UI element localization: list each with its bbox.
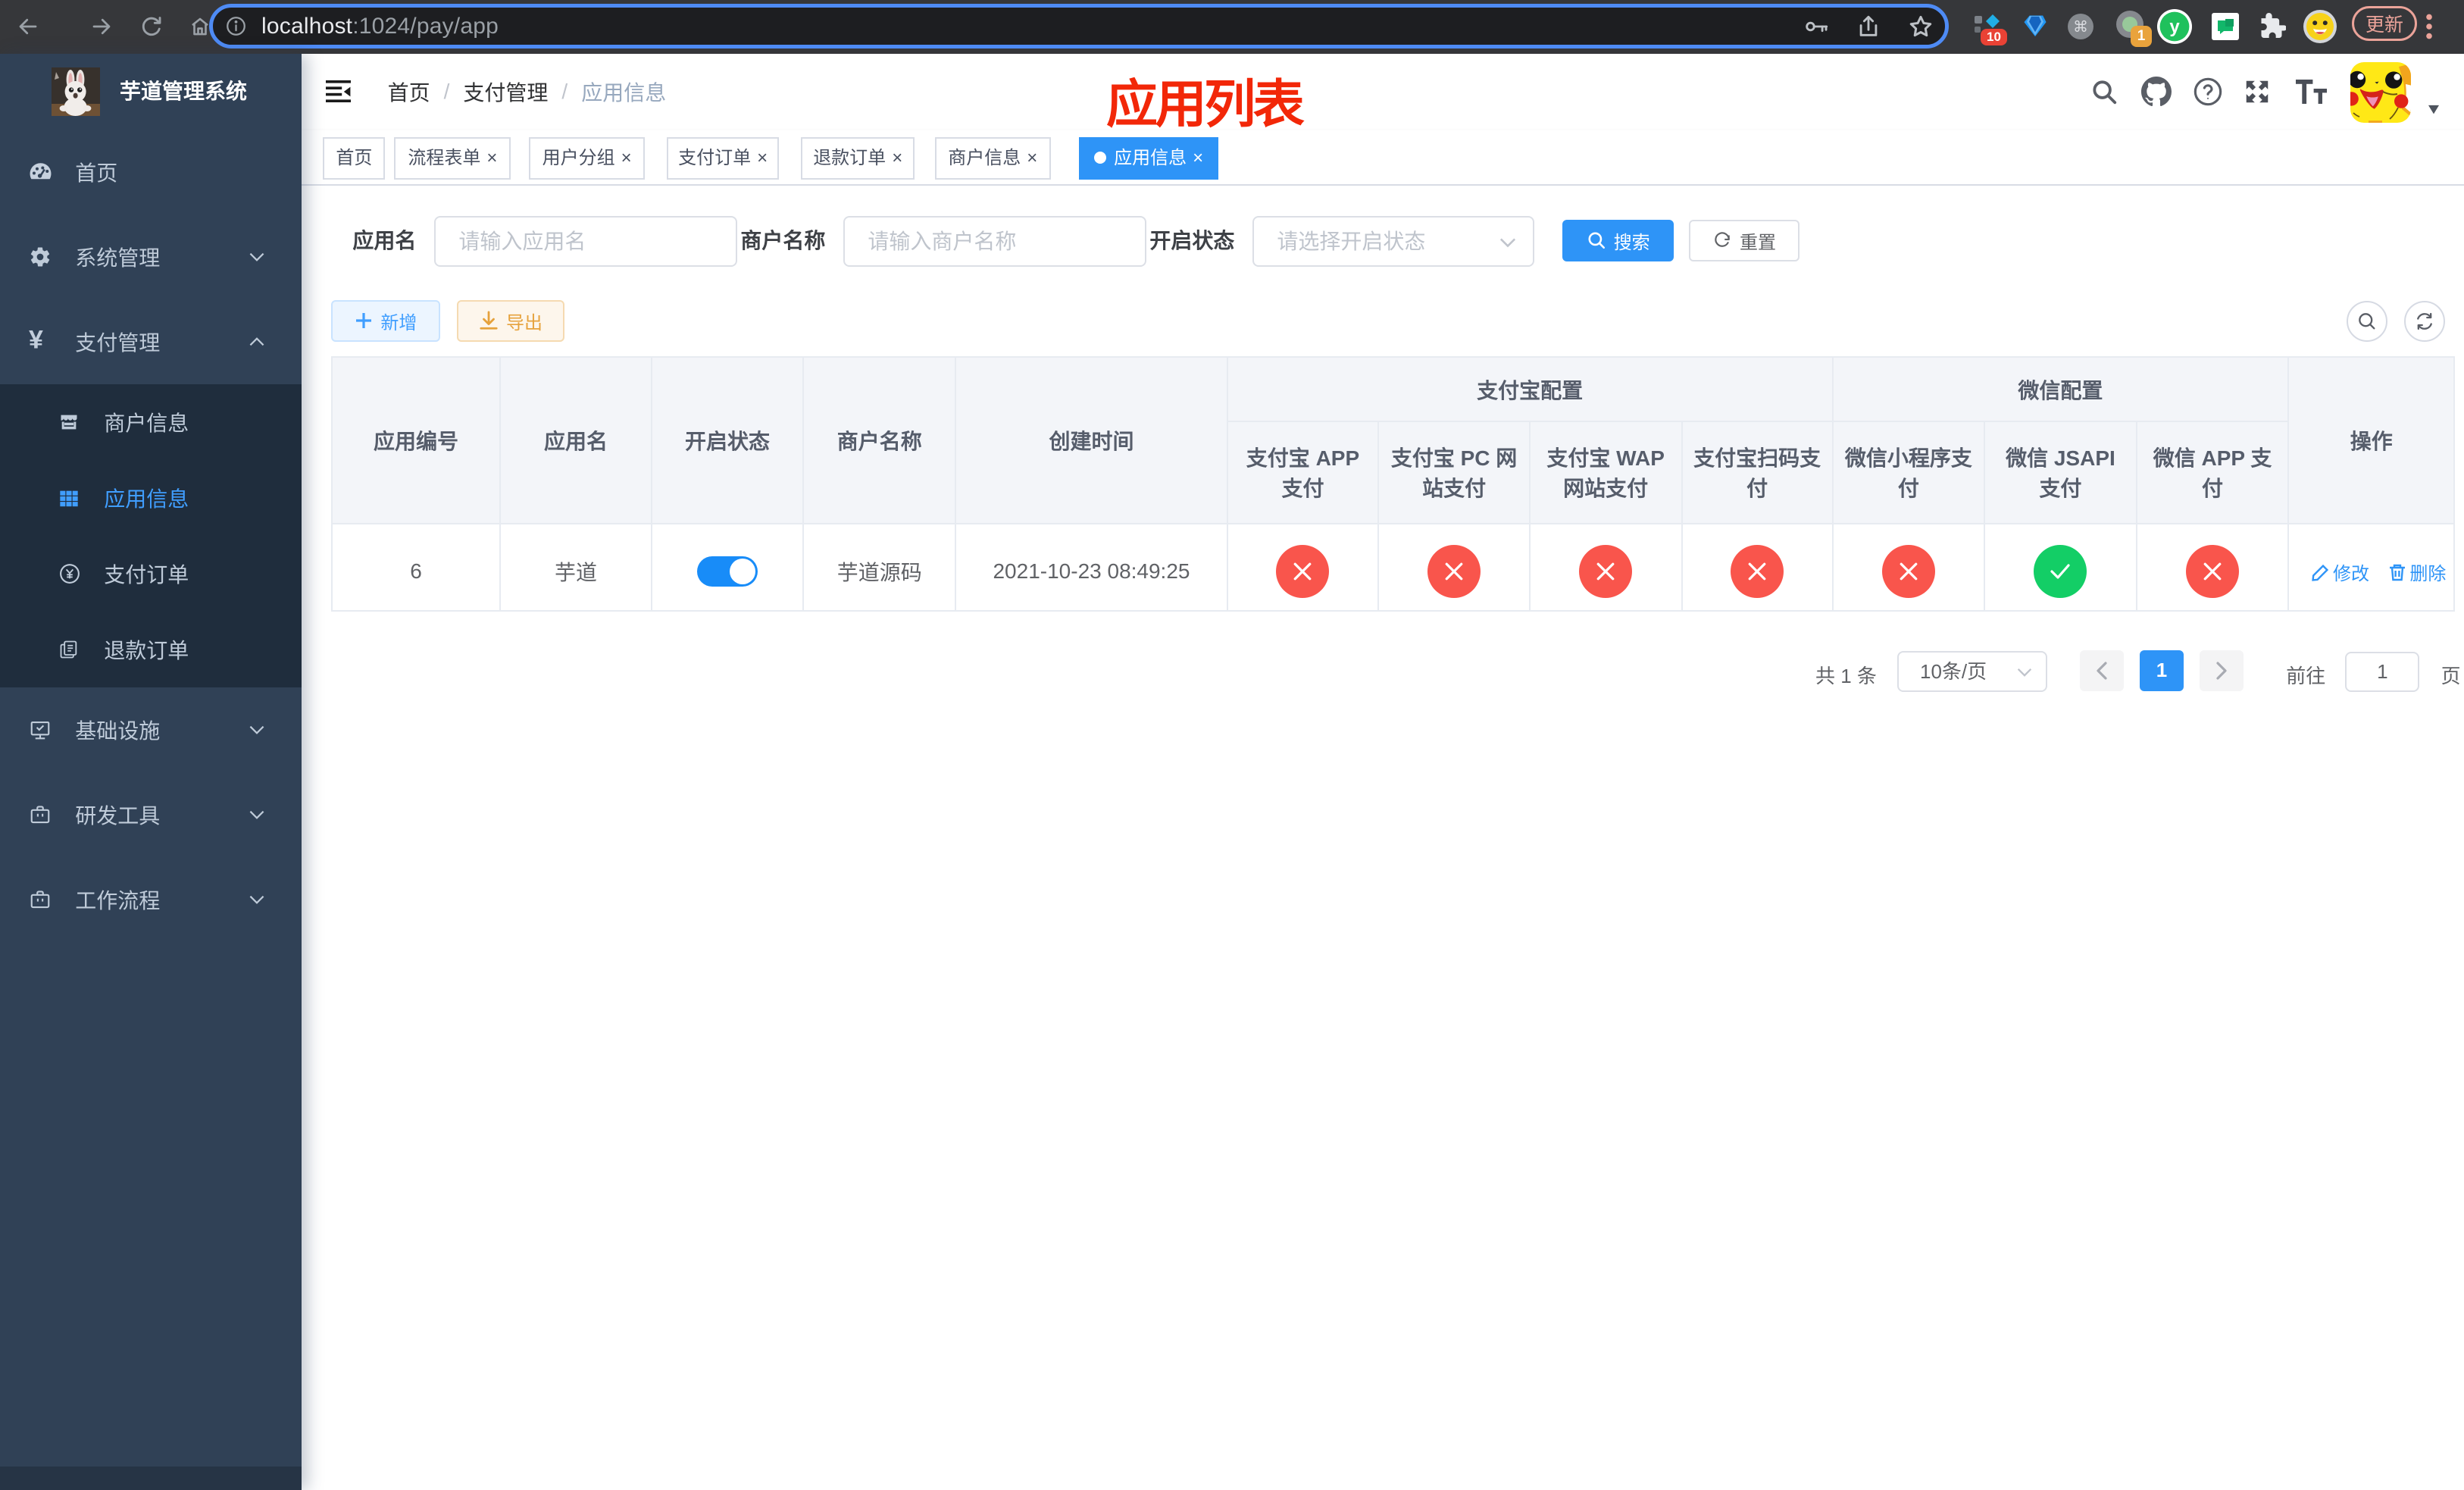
svg-text:⌘: ⌘ (2073, 19, 2088, 36)
svg-text:y: y (2169, 17, 2180, 38)
